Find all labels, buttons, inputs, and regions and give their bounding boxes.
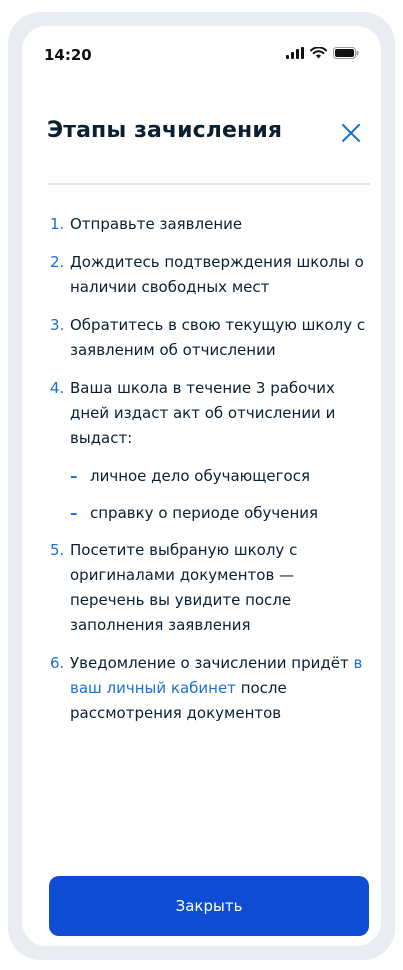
dash-bullet: –	[70, 467, 78, 485]
phone-frame: 14:20 Этапы зачисления 1. Отправьте заяв…	[8, 12, 395, 960]
close-icon[interactable]	[339, 121, 363, 145]
step-text: Отправьте заявление	[70, 215, 243, 233]
subitem-text: справку о периоде обучения	[90, 504, 319, 522]
subitem-text: личное дело обучающегося	[90, 467, 310, 485]
step-number: 5.	[50, 541, 65, 559]
status-icons	[286, 47, 359, 59]
dash-bullet: –	[70, 504, 78, 522]
dialog-header: Этапы зачисления	[22, 118, 381, 178]
step-1: 1. Отправьте заявление	[50, 212, 370, 237]
step-4: 4. Ваша школа в течение 3 рабочих дней и…	[50, 376, 370, 451]
step-text-before-link: Уведомление о зачислении придёт	[70, 654, 354, 672]
step-4-subitem-2: – справку о периоде обучения	[70, 501, 370, 526]
step-6: 6. Уведомление о зачислении придёт в ваш…	[50, 651, 370, 726]
status-time: 14:20	[44, 46, 92, 64]
step-4-subitem-1: – личное дело обучающегося	[70, 464, 370, 489]
wifi-icon	[310, 47, 327, 59]
screen: 14:20 Этапы зачисления 1. Отправьте заяв…	[22, 26, 381, 946]
step-2: 2. Дождитесь подтверждения школы о налич…	[50, 250, 370, 300]
step-number: 1.	[50, 215, 65, 233]
step-text: Посетите выбраную школу с оригиналами до…	[70, 541, 298, 634]
step-number: 3.	[50, 316, 65, 334]
step-text: Обратитесь в свою текущую школу с заявле…	[70, 316, 366, 359]
status-bar: 14:20	[22, 26, 381, 78]
step-text: Ваша школа в течение 3 рабочих дней изда…	[70, 379, 336, 447]
steps-list: 1. Отправьте заявление 2. Дождитесь подт…	[50, 212, 370, 739]
header-divider	[48, 183, 370, 185]
battery-icon	[333, 47, 359, 59]
step-text: Уведомление о зачислении придёт в ваш ли…	[70, 651, 370, 726]
page-title: Этапы зачисления	[47, 118, 283, 143]
step-number: 6.	[50, 654, 65, 672]
step-text: Дождитесь подтверждения школы о наличии …	[70, 253, 364, 296]
step-5: 5. Посетите выбраную школу с оригиналами…	[50, 538, 370, 638]
signal-icon	[286, 47, 304, 59]
close-button[interactable]: Закрыть	[49, 876, 369, 936]
step-3: 3. Обратитесь в свою текущую школу с зая…	[50, 313, 370, 363]
step-number: 2.	[50, 253, 65, 271]
step-number: 4.	[50, 379, 65, 397]
